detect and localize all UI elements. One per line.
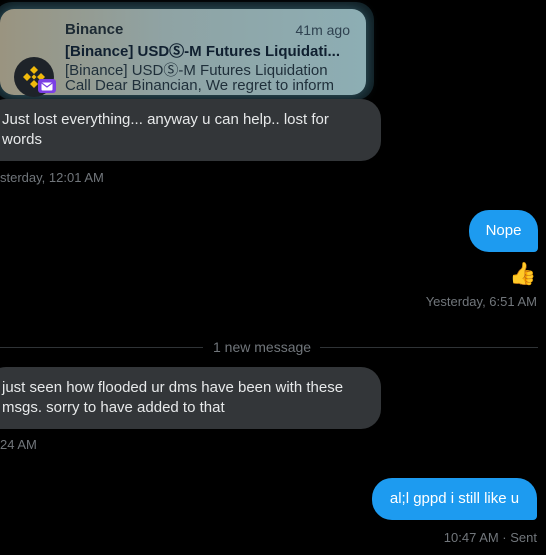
message-text: Just lost everything... anyway u can hel…	[2, 111, 329, 148]
new-message-divider-label: 1 new message	[213, 339, 312, 355]
new-message-divider-left	[0, 347, 203, 348]
notification-time: 41m ago	[295, 22, 350, 38]
incoming-message-bubble[interactable]: just seen how flooded ur dms have been w…	[0, 367, 381, 429]
message-timestamp: sterday, 12:01 AM	[0, 170, 104, 185]
new-message-divider-right	[320, 347, 538, 348]
message-status-timestamp: 10:47 AM · Sent	[443, 530, 537, 545]
outgoing-message-bubble[interactable]: al;l gppd i still like u	[372, 478, 537, 520]
incoming-message-bubble[interactable]: Just lost everything... anyway u can hel…	[0, 99, 381, 161]
message-text: al;l gppd i still like u	[389, 490, 520, 507]
notification-body-line2: Call Dear Binancian, We regret to inform	[65, 77, 335, 94]
thumbs-up-reaction-icon[interactable]: 👍	[509, 261, 536, 287]
notification-title: [Binance] USDⓈ-M Futures Liquidati...	[65, 43, 341, 60]
message-text: Nope	[485, 222, 522, 239]
notification-app-name: Binance	[65, 21, 124, 38]
mail-badge-icon	[38, 79, 56, 93]
message-timestamp: 24 AM	[0, 437, 37, 452]
outgoing-message-bubble[interactable]: Nope	[469, 210, 538, 252]
message-timestamp: Yesterday, 6:51 AM	[425, 294, 537, 309]
message-text: just seen how flooded ur dms have been w…	[2, 379, 344, 416]
